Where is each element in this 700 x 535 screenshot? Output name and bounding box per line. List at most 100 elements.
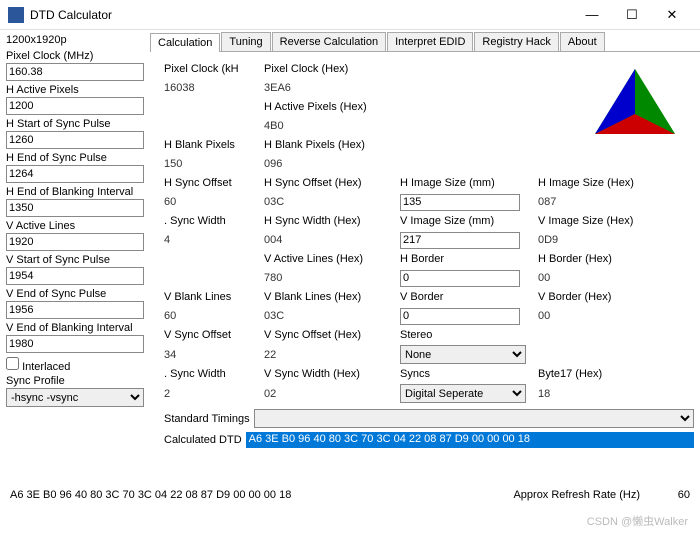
maximize-button[interactable]: ☐ bbox=[612, 1, 652, 29]
v-blank-value: 60 bbox=[164, 310, 264, 322]
v-start-sync-label: V Start of Sync Pulse bbox=[6, 254, 144, 266]
h-end-sync-input[interactable] bbox=[6, 165, 144, 183]
h-start-sync-input[interactable] bbox=[6, 131, 144, 149]
standard-timings-select[interactable] bbox=[254, 409, 694, 428]
h-sync-offset-value: 60 bbox=[164, 196, 264, 208]
dtd-bytes: A6 3E B0 96 40 80 3C 70 3C 04 22 08 87 D… bbox=[10, 489, 493, 501]
h-end-sync-label: H End of Sync Pulse bbox=[6, 152, 144, 164]
standard-timings-label: Standard Timings bbox=[164, 413, 250, 425]
h-blank-value: 150 bbox=[164, 158, 264, 170]
h-sync-offset-hex-value: 03C bbox=[264, 196, 400, 208]
h-active-hex-value: 4B0 bbox=[264, 120, 400, 132]
window-title: DTD Calculator bbox=[30, 8, 572, 22]
stereo-label: Stereo bbox=[400, 329, 538, 341]
h-sync-width-label: . Sync Width bbox=[164, 215, 264, 227]
v-sync-offset-value: 34 bbox=[164, 349, 264, 361]
v-border-hex-value: 00 bbox=[538, 310, 668, 322]
bottom-bar: A6 3E B0 96 40 80 3C 70 3C 04 22 08 87 D… bbox=[10, 489, 690, 501]
byte17-hex-label: Byte17 (Hex) bbox=[538, 368, 668, 380]
h-border-label: H Border bbox=[400, 253, 538, 265]
calculated-dtd-label: Calculated DTD bbox=[164, 434, 242, 446]
v-sync-width-value: 2 bbox=[164, 388, 264, 400]
v-sync-width-hex-label: V Sync Width (Hex) bbox=[264, 368, 400, 380]
h-border-hex-value: 00 bbox=[538, 272, 668, 284]
h-image-size-hex-label: H Image Size (Hex) bbox=[538, 177, 668, 189]
v-image-size-hex-value: 0D9 bbox=[538, 234, 668, 246]
tab-interpret-edid[interactable]: Interpret EDID bbox=[387, 32, 473, 51]
tab-calculation[interactable]: Calculation bbox=[150, 33, 220, 52]
v-blank-hex-value: 03C bbox=[264, 310, 400, 322]
h-end-blank-input[interactable] bbox=[6, 199, 144, 217]
sync-profile-select[interactable]: -hsync -vsync bbox=[6, 388, 144, 407]
v-border-input[interactable] bbox=[400, 308, 520, 325]
left-panel: 1200x1920p Pixel Clock (MHz) H Active Pi… bbox=[0, 30, 150, 490]
tab-about[interactable]: About bbox=[560, 32, 605, 51]
v-border-hex-label: V Border (Hex) bbox=[538, 291, 668, 303]
tab-bar: Calculation Tuning Reverse Calculation I… bbox=[150, 30, 700, 52]
app-icon bbox=[8, 7, 24, 23]
interlaced-checkbox[interactable]: Interlaced bbox=[6, 357, 144, 373]
calculation-grid: Pixel Clock (kHPixel Clock (Hex) 160383E… bbox=[164, 60, 694, 403]
h-image-size-label: H Image Size (mm) bbox=[400, 177, 538, 189]
h-border-input[interactable] bbox=[400, 270, 520, 287]
v-blank-hex-label: V Blank Lines (Hex) bbox=[264, 291, 400, 303]
v-active-hex-value: 780 bbox=[264, 272, 400, 284]
calculated-dtd-value[interactable]: A6 3E B0 96 40 80 3C 70 3C 04 22 08 87 D… bbox=[246, 432, 694, 448]
v-start-sync-input[interactable] bbox=[6, 267, 144, 285]
refresh-rate-value: 60 bbox=[660, 489, 690, 501]
v-image-size-hex-label: V Image Size (Hex) bbox=[538, 215, 668, 227]
h-image-size-input[interactable] bbox=[400, 194, 520, 211]
h-active-hex-label: H Active Pixels (Hex) bbox=[264, 101, 400, 113]
v-sync-width-label: . Sync Width bbox=[164, 368, 264, 380]
v-blank-label: V Blank Lines bbox=[164, 291, 264, 303]
v-active-hex-label: V Active Lines (Hex) bbox=[264, 253, 400, 265]
byte17-hex-value: 18 bbox=[538, 388, 668, 400]
pixel-clock-label: Pixel Clock (MHz) bbox=[6, 50, 144, 62]
pixel-clock-hex-label: Pixel Clock (Hex) bbox=[264, 63, 400, 75]
h-blank-label: H Blank Pixels bbox=[164, 139, 264, 151]
h-start-sync-label: H Start of Sync Pulse bbox=[6, 118, 144, 130]
h-image-size-hex-value: 087 bbox=[538, 196, 668, 208]
v-active-input[interactable] bbox=[6, 233, 144, 251]
v-border-label: V Border bbox=[400, 291, 538, 303]
pixel-clock-input[interactable] bbox=[6, 63, 144, 81]
watermark: CSDN @懒虫Walker bbox=[587, 513, 688, 529]
tab-registry-hack[interactable]: Registry Hack bbox=[474, 32, 558, 51]
interlaced-label: Interlaced bbox=[22, 361, 70, 373]
h-sync-offset-hex-label: H Sync Offset (Hex) bbox=[264, 177, 400, 189]
v-end-blank-input[interactable] bbox=[6, 335, 144, 353]
h-sync-width-hex-value: 004 bbox=[264, 234, 400, 246]
pixel-clock-kh-label: Pixel Clock (kH bbox=[164, 63, 264, 75]
pixel-clock-kh-value: 16038 bbox=[164, 82, 264, 94]
h-blank-hex-label: H Blank Pixels (Hex) bbox=[264, 139, 400, 151]
h-active-input[interactable] bbox=[6, 97, 144, 115]
tab-tuning[interactable]: Tuning bbox=[221, 32, 270, 51]
h-border-hex-label: H Border (Hex) bbox=[538, 253, 668, 265]
h-blank-hex-value: 096 bbox=[264, 158, 400, 170]
h-sync-width-hex-label: H Sync Width (Hex) bbox=[264, 215, 400, 227]
h-sync-width-value: 4 bbox=[164, 234, 264, 246]
syncs-label: Syncs bbox=[400, 368, 538, 380]
minimize-button[interactable]: — bbox=[572, 1, 612, 29]
v-sync-offset-hex-label: V Sync Offset (Hex) bbox=[264, 329, 400, 341]
stereo-select[interactable]: None bbox=[400, 345, 526, 364]
h-sync-offset-label: H Sync Offset bbox=[164, 177, 264, 189]
v-sync-width-hex-value: 02 bbox=[264, 388, 400, 400]
pixel-clock-hex-value: 3EA6 bbox=[264, 82, 400, 94]
h-end-blank-label: H End of Blanking Interval bbox=[6, 186, 144, 198]
close-button[interactable]: ✕ bbox=[652, 1, 692, 29]
syncs-select[interactable]: Digital Seperate bbox=[400, 384, 526, 403]
v-image-size-input[interactable] bbox=[400, 232, 520, 249]
tab-reverse[interactable]: Reverse Calculation bbox=[272, 32, 386, 51]
v-end-sync-input[interactable] bbox=[6, 301, 144, 319]
v-sync-offset-label: V Sync Offset bbox=[164, 329, 264, 341]
v-end-sync-label: V End of Sync Pulse bbox=[6, 288, 144, 300]
h-active-label: H Active Pixels bbox=[6, 84, 144, 96]
resolution-label: 1200x1920p bbox=[6, 34, 144, 46]
v-image-size-label: V Image Size (mm) bbox=[400, 215, 538, 227]
sync-profile-label: Sync Profile bbox=[6, 375, 144, 387]
v-end-blank-label: V End of Blanking Interval bbox=[6, 322, 144, 334]
titlebar: DTD Calculator — ☐ ✕ bbox=[0, 0, 700, 30]
v-sync-offset-hex-value: 22 bbox=[264, 349, 400, 361]
v-active-label: V Active Lines bbox=[6, 220, 144, 232]
